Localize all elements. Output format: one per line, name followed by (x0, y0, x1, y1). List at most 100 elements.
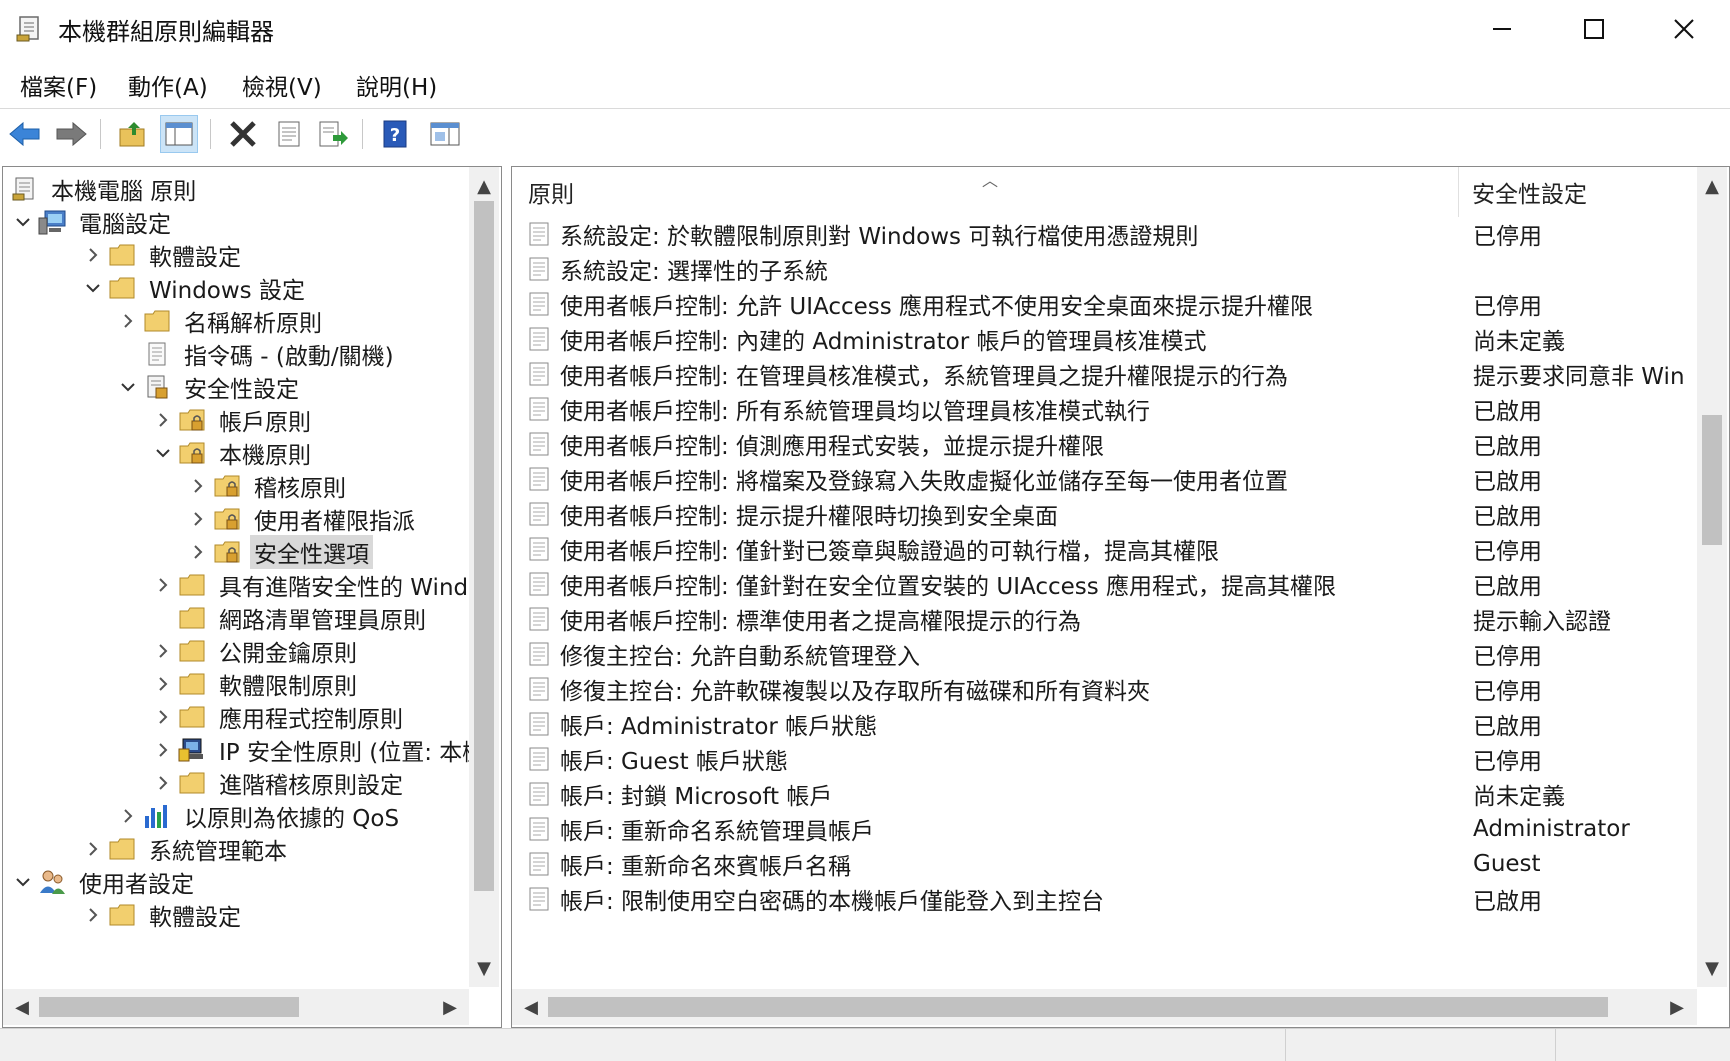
policy-row[interactable]: 系統設定: 於軟體限制原則對 Windows 可執行檔使用憑證規則 已停用 (512, 215, 1702, 253)
export-list-button[interactable] (314, 115, 352, 153)
chevron-right-icon[interactable] (184, 472, 212, 500)
up-one-level-button[interactable] (114, 115, 152, 153)
policy-name: 使用者帳戶控制: 提示提升權限時切換到安全桌面 (560, 504, 1059, 530)
chevron-right-icon[interactable] (114, 307, 142, 335)
policy-row[interactable]: 使用者帳戶控制: 偵測應用程式安裝，並提示提升權限 已啟用 (512, 425, 1702, 463)
tree-item-name-resolution-policy[interactable]: 名稱解析原則 (114, 303, 326, 339)
policy-row[interactable]: 帳戶: 重新命名系統管理員帳戶 Administrator (512, 810, 1702, 848)
forward-button[interactable] (52, 115, 90, 153)
list-horizontal-scrollbar[interactable]: ◀ ▶ (512, 989, 1697, 1025)
minimize-button[interactable] (1456, 0, 1548, 58)
tree-horizontal-scroll-thumb[interactable] (39, 997, 299, 1017)
policy-row[interactable]: 帳戶: Administrator 帳戶狀態 已啟用 (512, 705, 1702, 743)
tree-item-security-options[interactable]: 安全性選項 (184, 534, 373, 570)
chevron-right-icon[interactable] (79, 835, 107, 863)
policy-row[interactable]: 使用者帳戶控制: 將檔案及登錄寫入失敗虛擬化並儲存至每一使用者位置 已啟用 (512, 460, 1702, 498)
chevron-right-icon[interactable] (184, 538, 212, 566)
scroll-down-arrow-icon[interactable]: ▼ (469, 953, 499, 983)
tree-item-windows-firewall-advanced[interactable]: 具有進階安全性的 Wind (149, 567, 472, 603)
tree-item-app-control-policies[interactable]: 應用程式控制原則 (149, 699, 407, 735)
chevron-down-icon[interactable] (149, 439, 177, 467)
policy-row[interactable]: 系統設定: 選擇性的子系統 (512, 250, 1702, 288)
tree-item-user-configuration[interactable]: 使用者設定 (9, 864, 198, 900)
chevron-down-icon[interactable] (79, 274, 107, 302)
policy-row[interactable]: 使用者帳戶控制: 僅針對已簽章與驗證過的可執行檔，提高其權限 已停用 (512, 530, 1702, 568)
scroll-right-arrow-icon[interactable]: ▶ (1662, 992, 1692, 1022)
menu-file[interactable]: 檔案(F) (20, 68, 97, 102)
tree-vertical-scrollbar[interactable]: ▲ ▼ (469, 167, 499, 987)
tree-vertical-scroll-thumb[interactable] (474, 201, 494, 891)
tree-item-policy-based-qos[interactable]: 以原則為依據的 QoS (114, 798, 403, 834)
tree-item-user-rights-assignment[interactable]: 使用者權限指派 (184, 501, 419, 537)
menu-view[interactable]: 檢視(V) (242, 68, 322, 102)
tree-item-local-policies[interactable]: 本機原則 (149, 435, 315, 471)
tree-item-local-computer-policy[interactable]: 本機電腦 原則 (9, 171, 200, 207)
delete-button[interactable] (224, 115, 262, 153)
policy-row[interactable]: 使用者帳戶控制: 提示提升權限時切換到安全桌面 已啟用 (512, 495, 1702, 533)
show-action-pane-button[interactable] (426, 115, 464, 153)
tree-item-computer-configuration[interactable]: 電腦設定 (9, 204, 175, 240)
chevron-right-icon[interactable] (79, 241, 107, 269)
back-button[interactable] (6, 115, 44, 153)
policy-row[interactable]: 帳戶: 限制使用空白密碼的本機帳戶僅能登入到主控台 已啟用 (512, 880, 1702, 918)
chevron-right-icon[interactable] (79, 901, 107, 929)
policy-row[interactable]: 帳戶: 重新命名來賓帳戶名稱 Guest (512, 845, 1702, 883)
show-hide-tree-button[interactable] (160, 115, 198, 153)
tree-item-windows-settings[interactable]: Windows 設定 (79, 270, 309, 306)
chevron-right-icon[interactable] (114, 802, 142, 830)
chevron-right-icon[interactable] (184, 505, 212, 533)
tree-item-security-settings[interactable]: 安全性設定 (114, 369, 303, 405)
maximize-button[interactable] (1548, 0, 1640, 58)
chevron-right-icon[interactable] (149, 637, 177, 665)
policy-row[interactable]: 修復主控台: 允許自動系統管理登入 已停用 (512, 635, 1702, 673)
chevron-down-icon[interactable] (9, 208, 37, 236)
chevron-down-icon[interactable] (114, 373, 142, 401)
policy-row[interactable]: 使用者帳戶控制: 僅針對在安全位置安裝的 UIAccess 應用程式，提高其權限… (512, 565, 1702, 603)
list-vertical-scrollbar[interactable]: ▲ ▼ (1697, 167, 1727, 987)
tree-item-advanced-audit-policy[interactable]: 進階稽核原則設定 (149, 765, 407, 801)
scroll-left-arrow-icon[interactable]: ◀ (516, 992, 546, 1022)
tree-item-account-policies[interactable]: 帳戶原則 (149, 402, 315, 438)
tree-horizontal-scrollbar[interactable]: ◀ ▶ (3, 989, 469, 1025)
policy-row[interactable]: 帳戶: 封鎖 Microsoft 帳戶 尚未定義 (512, 775, 1702, 813)
properties-button[interactable] (270, 115, 308, 153)
tree-item-public-key-policies[interactable]: 公開金鑰原則 (149, 633, 361, 669)
policy-row[interactable]: 使用者帳戶控制: 內建的 Administrator 帳戶的管理員核准模式 尚未定… (512, 320, 1702, 358)
chevron-right-icon[interactable] (149, 571, 177, 599)
policy-row[interactable]: 使用者帳戶控制: 在管理員核准模式，系統管理員之提升權限提示的行為 提示要求同意非… (512, 355, 1702, 393)
policy-row[interactable]: 使用者帳戶控制: 標準使用者之提高權限提示的行為 提示輸入認證 (512, 600, 1702, 638)
scroll-left-arrow-icon[interactable]: ◀ (7, 992, 37, 1022)
chevron-right-icon[interactable] (149, 769, 177, 797)
scroll-right-arrow-icon[interactable]: ▶ (435, 992, 465, 1022)
policy-row[interactable]: 使用者帳戶控制: 所有系統管理員均以管理員核准模式執行 已啟用 (512, 390, 1702, 428)
close-button[interactable] (1638, 0, 1730, 58)
menu-action[interactable]: 動作(A) (128, 68, 208, 102)
menu-help[interactable]: 說明(H) (356, 68, 437, 102)
scroll-up-arrow-icon[interactable]: ▲ (1697, 171, 1727, 201)
scroll-up-arrow-icon[interactable]: ▲ (469, 171, 499, 201)
list-vertical-scroll-thumb[interactable] (1702, 415, 1722, 545)
tree-item-audit-policy[interactable]: 稽核原則 (184, 468, 350, 504)
tree-item-ip-security-policies[interactable]: IP 安全性原則 (位置: 本機 (149, 732, 489, 768)
tree-item-software-settings[interactable]: 軟體設定 (79, 237, 245, 273)
tree-item-software-restriction[interactable]: 軟體限制原則 (149, 666, 361, 702)
policy-row[interactable]: 使用者帳戶控制: 允許 UIAccess 應用程式不使用安全桌面來提示提升權限 已… (512, 285, 1702, 323)
tree-item-administrative-templates[interactable]: 系統管理範本 (79, 831, 291, 867)
column-header-setting[interactable]: 安全性設定 (1472, 167, 1702, 217)
tree-item-network-list-manager[interactable]: 網路清單管理員原則 (149, 600, 430, 636)
chevron-right-icon[interactable] (149, 670, 177, 698)
list-horizontal-scroll-thumb[interactable] (548, 997, 1608, 1017)
chevron-right-icon[interactable] (149, 703, 177, 731)
folder-icon (107, 273, 137, 303)
scroll-down-arrow-icon[interactable]: ▼ (1697, 953, 1727, 983)
tree-item-user-software-settings[interactable]: 軟體設定 (79, 897, 245, 933)
policy-row[interactable]: 帳戶: Guest 帳戶狀態 已停用 (512, 740, 1702, 778)
column-separator[interactable] (1458, 167, 1459, 217)
column-header-setting-label: 安全性設定 (1472, 182, 1587, 208)
policy-row[interactable]: 修復主控台: 允許軟碟複製以及存取所有磁碟和所有資料夾 已停用 (512, 670, 1702, 708)
chevron-right-icon[interactable] (149, 406, 177, 434)
chevron-right-icon[interactable] (149, 736, 177, 764)
help-button[interactable]: ? (376, 115, 414, 153)
tree-item-scripts-startup-shutdown[interactable]: 指令碼 - (啟動/關機) (114, 336, 398, 372)
chevron-down-icon[interactable] (9, 868, 37, 896)
